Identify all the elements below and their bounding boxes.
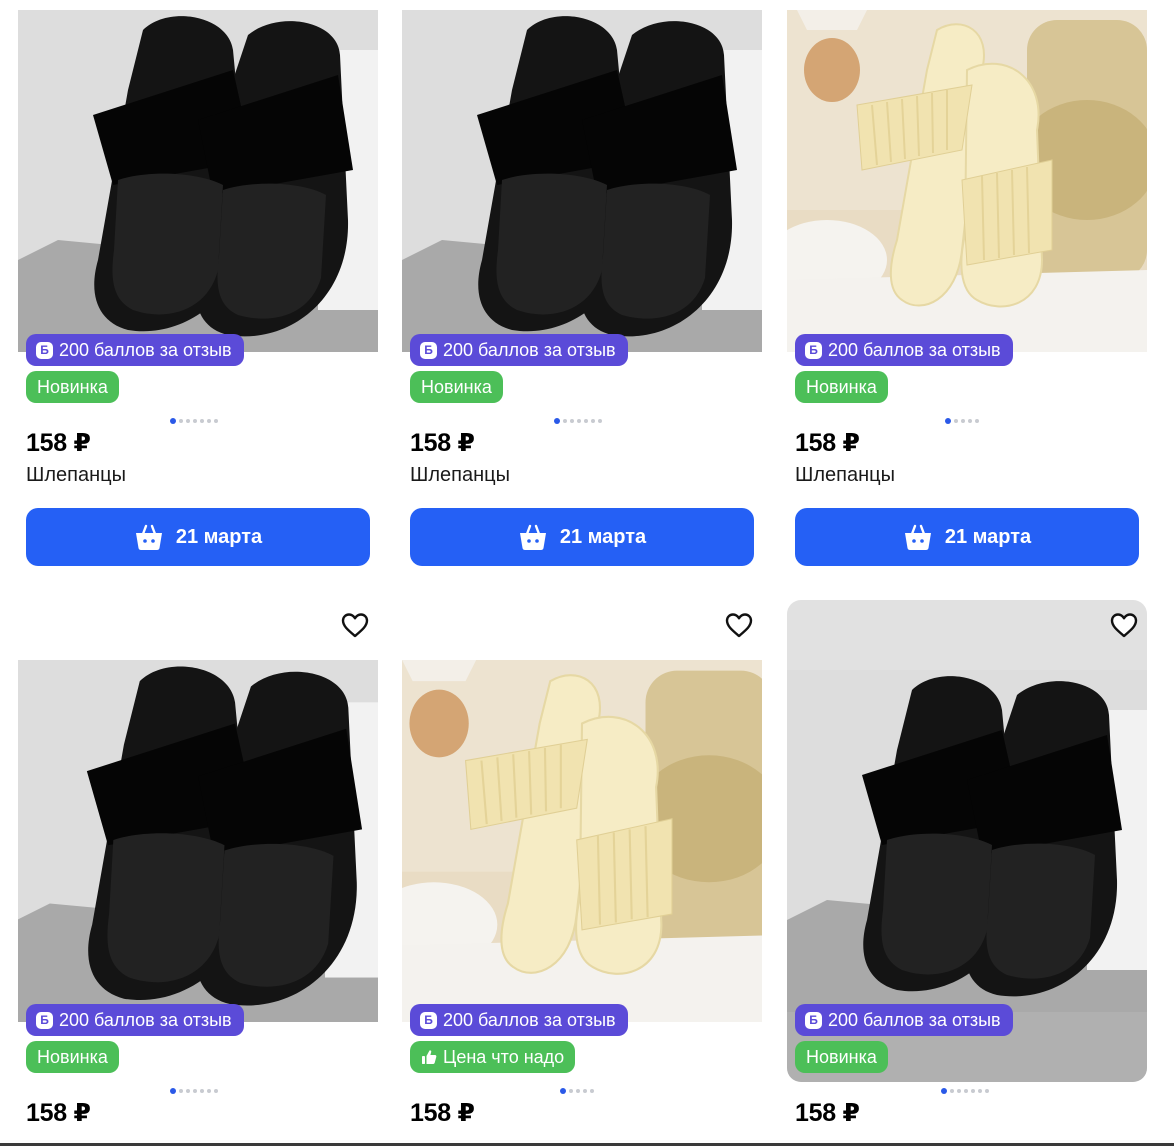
delivery-date: 21 марта (944, 525, 1032, 548)
points-badge-label: 200 баллов за отзыв (828, 339, 1001, 360)
tag-label: Новинка (806, 1046, 877, 1067)
basket-icon (904, 524, 931, 550)
points-badge: Б 200 баллов за отзыв (26, 334, 244, 366)
product-image[interactable] (787, 10, 1147, 352)
points-icon: Б (420, 341, 437, 359)
tag-label: Цена что надо (443, 1046, 565, 1067)
tag-label: Новинка (806, 376, 877, 397)
new-badge: Новинка (26, 371, 119, 403)
price: 158 ₽ (410, 429, 475, 457)
product-image[interactable] (18, 660, 378, 1022)
tag-label: Новинка (37, 376, 108, 397)
image-pager-dots[interactable] (945, 418, 979, 424)
price: 158 ₽ (410, 1099, 475, 1127)
product-name[interactable]: Шлепанцы (410, 464, 510, 487)
product-name[interactable]: Шлепанцы (26, 464, 126, 487)
image-pager-dots[interactable] (170, 418, 218, 424)
delivery-date: 21 марта (559, 525, 647, 548)
points-badge-label: 200 баллов за отзыв (59, 1009, 232, 1030)
tag-label: Новинка (421, 376, 492, 397)
image-pager-dots[interactable] (941, 1088, 989, 1094)
product-name[interactable]: Шлепанцы (795, 464, 895, 487)
product-image[interactable] (402, 10, 762, 352)
tag-label: Новинка (37, 1046, 108, 1067)
price: 158 ₽ (795, 1099, 860, 1127)
basket-icon (519, 524, 546, 550)
image-pager-dots[interactable] (554, 418, 602, 424)
image-pager-dots[interactable] (170, 1088, 218, 1094)
points-badge: Б 200 баллов за отзыв (410, 1004, 628, 1036)
points-badge-label: 200 баллов за отзыв (828, 1009, 1001, 1030)
points-badge-label: 200 баллов за отзыв (443, 1009, 616, 1030)
new-badge: Новинка (795, 1041, 888, 1073)
new-badge: Новинка (795, 371, 888, 403)
delivery-date: 21 марта (175, 525, 263, 548)
points-badge: Б 200 баллов за отзыв (410, 334, 628, 366)
favorite-heart-icon[interactable] (1107, 608, 1141, 642)
points-badge-label: 200 баллов за отзыв (59, 339, 232, 360)
price: 158 ₽ (26, 1099, 91, 1127)
points-icon: Б (36, 341, 53, 359)
favorite-heart-icon[interactable] (338, 608, 372, 642)
points-badge: Б 200 баллов за отзыв (795, 1004, 1013, 1036)
favorite-heart-icon[interactable] (722, 608, 756, 642)
points-icon: Б (805, 341, 822, 359)
points-icon: Б (805, 1011, 822, 1029)
product-image[interactable] (402, 660, 762, 1022)
good-price-badge: Цена что надо (410, 1041, 576, 1073)
price: 158 ₽ (795, 429, 860, 457)
price: 158 ₽ (26, 429, 91, 457)
basket-icon (135, 524, 162, 550)
points-badge-label: 200 баллов за отзыв (443, 339, 616, 360)
product-image[interactable] (18, 10, 378, 352)
image-pager-dots[interactable] (560, 1088, 594, 1094)
points-badge: Б 200 баллов за отзыв (26, 1004, 244, 1036)
points-icon: Б (36, 1011, 53, 1029)
points-badge: Б 200 баллов за отзыв (795, 334, 1013, 366)
new-badge: Новинка (410, 371, 503, 403)
points-icon: Б (420, 1011, 437, 1029)
add-to-cart-button[interactable]: 21 марта (795, 508, 1139, 566)
add-to-cart-button[interactable]: 21 марта (26, 508, 370, 566)
thumbs-up-icon (422, 1050, 437, 1064)
add-to-cart-button[interactable]: 21 марта (410, 508, 754, 566)
new-badge: Новинка (26, 1041, 119, 1073)
